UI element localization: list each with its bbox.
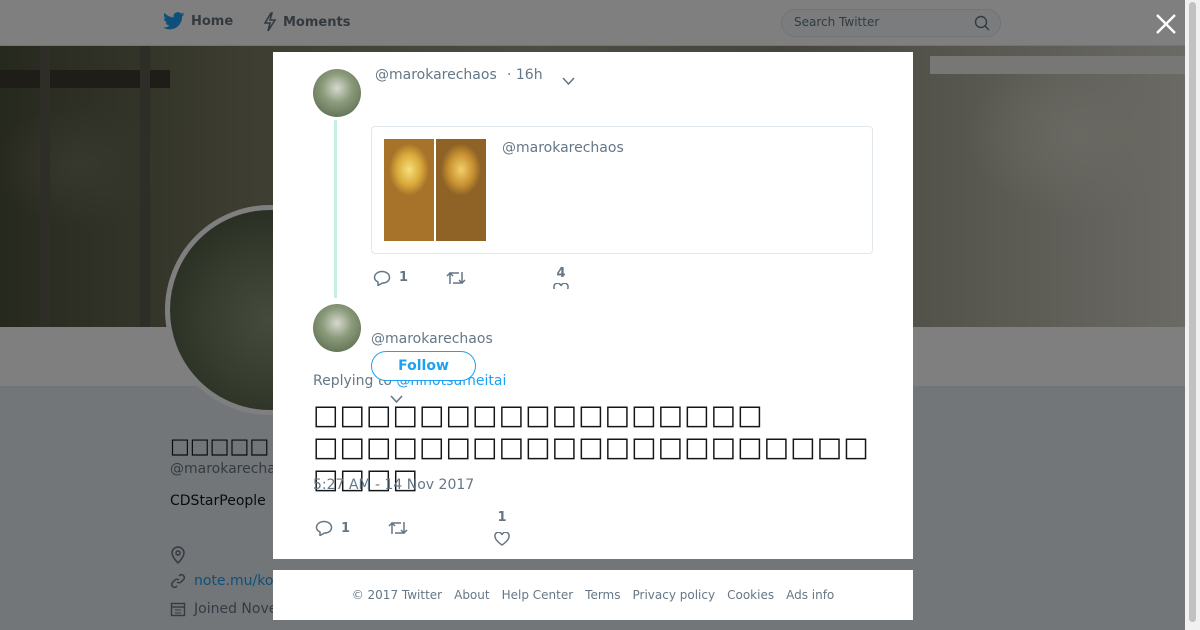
tweet1-actions: 1 4 bbox=[373, 266, 569, 289]
scrollbar[interactable] bbox=[1185, 0, 1200, 630]
footer-about-link[interactable]: About bbox=[454, 588, 489, 602]
tweet2-reply-button[interactable]: 1 bbox=[315, 520, 350, 536]
retweet-icon bbox=[446, 271, 466, 284]
footer-terms-link[interactable]: Terms bbox=[585, 588, 620, 602]
footer-help-center-link[interactable]: Help Center bbox=[502, 588, 574, 602]
reply-icon bbox=[373, 270, 391, 286]
tweet2-retweet-button[interactable] bbox=[388, 520, 408, 536]
footer-ads-info-link[interactable]: Ads info bbox=[786, 588, 834, 602]
quoted-image-1[interactable] bbox=[384, 139, 434, 241]
chevron-down-icon bbox=[562, 77, 575, 86]
tweet1-retweet-button[interactable] bbox=[446, 270, 466, 286]
tweet1-like-count: 4 bbox=[556, 266, 566, 281]
thread-connector bbox=[334, 120, 337, 298]
close-modal-button[interactable] bbox=[1153, 11, 1179, 37]
tweet1-more-button[interactable] bbox=[562, 71, 575, 90]
tweet-modal: @marokarechaos · 16h @marokarechaos 1 4 … bbox=[273, 52, 913, 559]
tweet1-avatar[interactable] bbox=[313, 69, 361, 117]
modal-footer: © 2017 Twitter About Help Center Terms P… bbox=[273, 570, 913, 620]
tweet2-like-count: 1 bbox=[497, 510, 507, 525]
tweet1-time[interactable]: · 16h bbox=[507, 67, 543, 83]
tweet1-like-button[interactable]: 4 bbox=[553, 266, 569, 289]
tweet2-handle[interactable]: @marokarechaos bbox=[371, 331, 493, 347]
tweet2-avatar[interactable] bbox=[313, 304, 361, 352]
heart-icon bbox=[494, 532, 510, 546]
reply-icon bbox=[315, 520, 333, 536]
tweet1-reply-button[interactable]: 1 bbox=[373, 270, 408, 286]
quoted-tweet-handle: @marokarechaos bbox=[502, 140, 624, 156]
tweet2-like-button[interactable]: 1 bbox=[494, 510, 510, 546]
heart-icon bbox=[553, 283, 569, 289]
quoted-image-2[interactable] bbox=[436, 139, 486, 241]
scrollbar-thumb[interactable] bbox=[1189, 2, 1196, 622]
footer-privacy-link[interactable]: Privacy policy bbox=[633, 588, 716, 602]
footer-copyright: © 2017 Twitter bbox=[351, 588, 443, 602]
quoted-tweet-card[interactable]: @marokarechaos bbox=[371, 126, 873, 254]
tweet1-reply-count: 1 bbox=[399, 270, 409, 285]
follow-button[interactable]: Follow bbox=[371, 351, 476, 381]
close-icon bbox=[1156, 14, 1176, 34]
tweet1-handle[interactable]: @marokarechaos bbox=[375, 67, 497, 83]
tweet2-actions: 1 1 bbox=[315, 510, 510, 546]
retweet-icon bbox=[388, 521, 408, 535]
tweet2-date: 5:27 AM - 14 Nov 2017 bbox=[313, 477, 475, 493]
footer-cookies-link[interactable]: Cookies bbox=[727, 588, 774, 602]
tweet2-reply-count: 1 bbox=[341, 520, 351, 536]
